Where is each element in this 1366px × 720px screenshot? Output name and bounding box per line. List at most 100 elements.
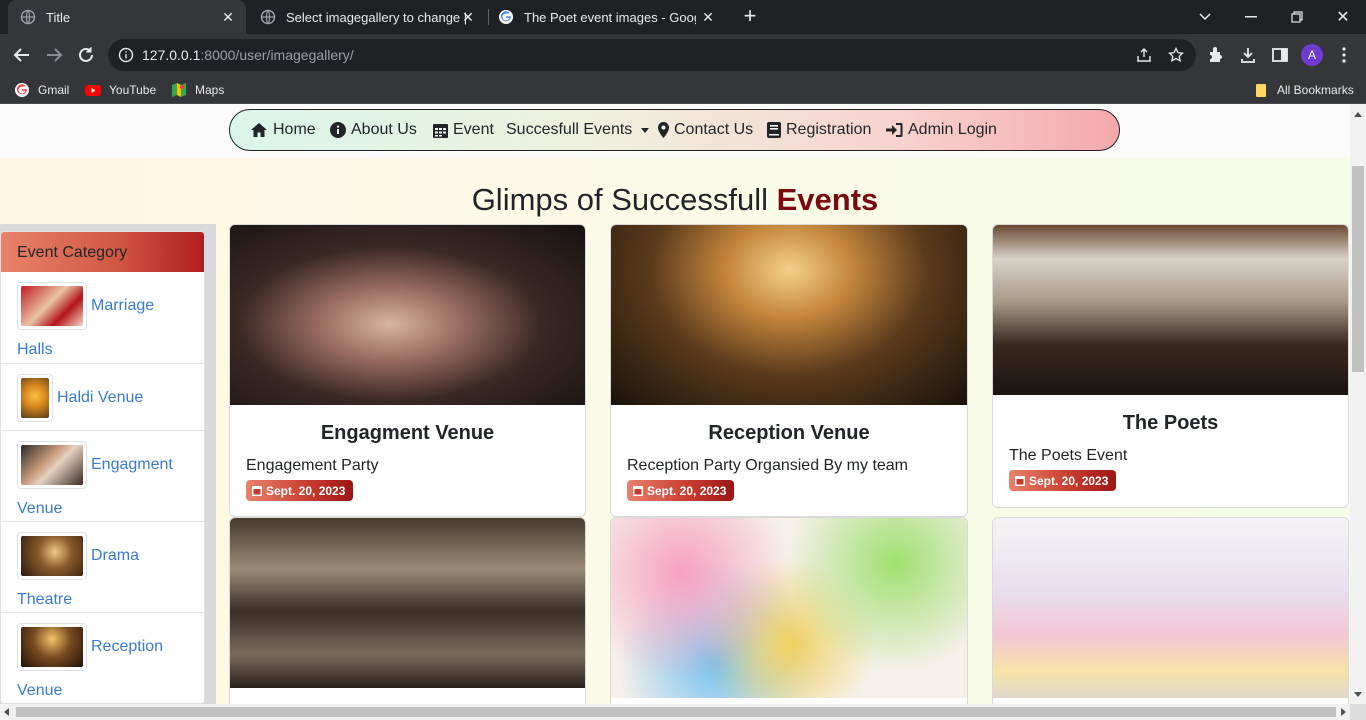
event-card-conference[interactable]: [229, 517, 586, 704]
all-bookmarks[interactable]: All Bookmarks: [1253, 82, 1354, 98]
horizontal-scrollbar[interactable]: [0, 704, 1350, 720]
horizontal-scroll-thumb[interactable]: [16, 707, 1336, 717]
page-title-emphasis: Events: [776, 182, 879, 217]
date-badge-text: Sept. 20, 2023: [647, 483, 727, 498]
maps-icon: [171, 82, 187, 98]
main-navbar: Home About Us Event Succesfull Events Co…: [229, 109, 1120, 151]
card-title: Engagment Venue: [320, 422, 495, 444]
nav-home-label: Home: [273, 121, 316, 138]
menu-kebab-icon[interactable]: [1334, 45, 1354, 65]
reception-venue-thumbnail: [17, 623, 87, 671]
bookmark-gmail[interactable]: Gmail: [14, 82, 69, 98]
site-info-icon[interactable]: [118, 47, 134, 63]
all-bookmarks-label: All Bookmarks: [1277, 83, 1354, 97]
close-icon[interactable]: ✕: [460, 9, 476, 25]
caret-down-icon: [641, 127, 650, 133]
drama-theatre-thumbnail: [17, 532, 87, 580]
kids-birthday-party-photo: [993, 518, 1348, 698]
nav-registration-label: Registration: [786, 121, 872, 138]
card-title: Reception Venue: [708, 422, 870, 444]
address-bar[interactable]: 127.0.0.1:8000/user/imagegallery/: [108, 39, 1196, 71]
sidebar-item-haldi-venue[interactable]: Haldi Venue: [1, 364, 204, 431]
new-tab-button[interactable]: +: [738, 5, 762, 29]
nav-contact[interactable]: Contact Us: [658, 121, 753, 139]
browser-toolbar: 127.0.0.1:8000/user/imagegallery/: [0, 34, 1366, 76]
close-icon[interactable]: ✕: [220, 9, 236, 25]
friends-watercolor-illustration: [611, 518, 967, 698]
date-badge: Sept. 20, 2023: [246, 480, 354, 501]
profile-avatar[interactable]: A: [1301, 44, 1323, 66]
youtube-icon: [85, 82, 101, 98]
event-card-engagment-venue[interactable]: Engagment Venue Engagement Party Sept. 2…: [229, 224, 586, 517]
tab-search-chevron-icon[interactable]: [1182, 0, 1228, 34]
card-title: The Poets: [1122, 412, 1219, 434]
marriage-halls-thumbnail: [17, 282, 87, 330]
sidebar-item-engagment-venue[interactable]: Engagment Venue: [1, 431, 204, 522]
nav-about[interactable]: About Us: [330, 121, 417, 139]
sidebar-item-marriage-halls[interactable]: Marriage Halls: [1, 272, 204, 364]
google-icon: [498, 9, 514, 25]
sign-in-icon: [886, 123, 903, 137]
card-text: Reception Party Organsied By my team: [627, 457, 909, 474]
card-text: Engagement Party: [246, 457, 379, 474]
map-marker-icon: [658, 122, 669, 138]
close-window-button[interactable]: ✕: [1320, 0, 1366, 34]
haldi-venue-thumbnail: [17, 374, 53, 422]
globe-icon: [260, 9, 276, 25]
nav-contact-label: Contact Us: [674, 121, 754, 138]
nav-home[interactable]: Home: [250, 121, 316, 139]
google-icon: [14, 82, 30, 98]
event-card-friends[interactable]: [610, 517, 968, 704]
event-card-reception-venue[interactable]: Reception Venue Reception Party Organsie…: [610, 224, 968, 517]
restore-button[interactable]: [1274, 0, 1320, 34]
close-icon[interactable]: ✕: [700, 9, 716, 25]
globe-icon: [20, 9, 36, 25]
bookmark-star-icon[interactable]: [1168, 46, 1184, 63]
vertical-scrollbar[interactable]: [1350, 104, 1366, 704]
scroll-right-arrow-icon[interactable]: [1341, 708, 1346, 716]
download-icon[interactable]: [1238, 45, 1258, 65]
event-card-the-poets[interactable]: The Poets The Poets Event Sept. 20, 2023: [992, 224, 1349, 508]
event-category-list: Event Category Marriage Halls Haldi Venu…: [0, 231, 205, 704]
date-badge-text: Sept. 20, 2023: [266, 483, 346, 498]
reload-button[interactable]: [74, 43, 98, 67]
date-badge-text: Sept. 20, 2023: [1029, 473, 1109, 488]
bookmark-label: Maps: [195, 83, 225, 97]
scroll-down-arrow-icon[interactable]: [1354, 692, 1362, 697]
scroll-up-arrow-icon[interactable]: [1354, 112, 1362, 117]
info-circle-icon: [330, 122, 346, 138]
bookmark-youtube[interactable]: YouTube: [85, 82, 156, 98]
card-text: The Poets Event: [1009, 447, 1128, 464]
nav-admin-login-label: Admin Login: [908, 121, 997, 138]
tab-imagegallery-admin[interactable]: Select imagegallery to change | D ✕: [250, 0, 486, 34]
nav-successful-events-dropdown[interactable]: Succesfull Events: [506, 121, 650, 139]
nav-admin-login[interactable]: Admin Login: [886, 121, 997, 139]
page-title: Glimps of Successfull Events: [0, 182, 1350, 218]
minimize-button[interactable]: [1228, 0, 1274, 34]
vertical-scroll-thumb[interactable]: [1352, 166, 1364, 372]
date-badge: Sept. 20, 2023: [1009, 470, 1117, 491]
bookmarks-bar: Gmail YouTube Maps All Bookmarks: [0, 76, 1366, 104]
back-button[interactable]: [10, 43, 34, 67]
event-card-kids-party[interactable]: [992, 517, 1349, 704]
nav-about-label: About Us: [351, 121, 417, 138]
bookmark-label: YouTube: [109, 83, 157, 97]
calendar-icon: [633, 486, 643, 496]
book-icon: [767, 122, 781, 138]
extensions-icon[interactable]: [1206, 45, 1226, 65]
tab-separator: [488, 9, 489, 25]
sidebar-item-drama-theatre[interactable]: Drama Theatre: [1, 522, 204, 613]
tab-label: The Poet event images - Google: [524, 9, 696, 25]
sidebar-item-reception-venue[interactable]: Reception Venue: [1, 613, 204, 703]
scroll-left-arrow-icon[interactable]: [4, 708, 9, 716]
side-panel-icon[interactable]: [1270, 45, 1290, 65]
bookmark-maps[interactable]: Maps: [171, 82, 224, 98]
tab-title[interactable]: Title ✕: [8, 0, 246, 34]
nav-event-label: Event: [453, 121, 494, 138]
engagement-ring-photo: [230, 225, 585, 405]
tab-google-search[interactable]: The Poet event images - Google ✕: [490, 0, 726, 34]
nav-registration[interactable]: Registration: [767, 121, 871, 139]
nav-event[interactable]: Event: [433, 121, 494, 139]
forward-button[interactable]: [42, 43, 66, 67]
share-icon[interactable]: [1136, 47, 1152, 63]
